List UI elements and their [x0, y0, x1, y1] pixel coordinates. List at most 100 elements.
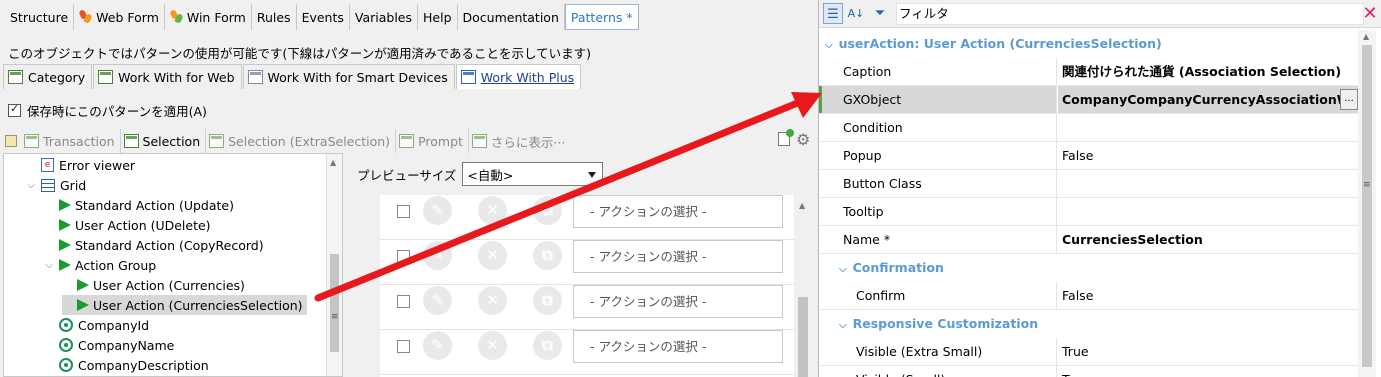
properties-toolbar-icon[interactable] — [3, 133, 21, 149]
tab-category[interactable]: Category — [3, 64, 93, 89]
action-select[interactable]: - アクションの選択 - — [573, 195, 783, 228]
property-row[interactable]: GXObject CompanyCompanyCurrencyAssociatio… — [819, 86, 1358, 114]
property-row[interactable]: Condition — [819, 114, 1358, 142]
row-select-checkbox[interactable] — [397, 250, 410, 263]
edit-icon[interactable]: ✎ — [423, 331, 452, 360]
sort-alpha-icon[interactable]: A↓ — [846, 3, 866, 24]
edit-icon[interactable]: ✎ — [423, 286, 452, 315]
property-value[interactable]: True — [1058, 338, 1358, 365]
filter-input[interactable] — [896, 3, 1364, 25]
property-row[interactable]: Popup False — [819, 142, 1358, 170]
tree-node[interactable]: User Action (Currencies) — [62, 275, 245, 295]
delete-icon[interactable]: ✕ — [478, 196, 507, 225]
property-value[interactable] — [1058, 114, 1358, 141]
delete-icon[interactable]: ✕ — [478, 331, 507, 360]
category-responsive[interactable]: ⌵ Responsive Customization — [819, 310, 1358, 338]
add-instance-icon[interactable] — [778, 129, 794, 146]
tab-prompt[interactable]: Prompt — [396, 129, 469, 153]
preview-grid: ✎ ✕ ⧉ - アクションの選択 - ✎ ✕ ⧉ - アクションの選択 - ✎ ✕ ⧉ - アクション… — [380, 195, 794, 377]
preview-scroll-thumb[interactable] — [798, 297, 808, 377]
delete-icon[interactable]: ✕ — [478, 241, 507, 270]
property-value[interactable]: False — [1058, 142, 1358, 169]
tree-node[interactable]: ⌵ Grid — [26, 175, 86, 195]
action-select[interactable]: - アクションの選択 - — [573, 285, 783, 318]
property-value[interactable]: True — [1058, 366, 1358, 377]
tab-structure[interactable]: Structure — [5, 4, 75, 30]
collapse-chevron-icon[interactable]: ⌵ — [839, 256, 847, 284]
expand-toggle-icon[interactable]: ⌵ — [26, 180, 36, 191]
tab-variables[interactable]: Variables — [350, 4, 419, 30]
action-select[interactable]: - アクションの選択 - — [573, 330, 783, 363]
scroll-up-arrow[interactable]: ▲ — [330, 158, 336, 167]
tree-node[interactable]: e Error viewer — [26, 155, 135, 175]
tab-work-with-plus[interactable]: Work With Plus — [455, 64, 582, 89]
property-value[interactable]: CurrenciesSelection — [1058, 226, 1358, 253]
tab-patterns[interactable]: Patterns * — [564, 4, 639, 30]
collapse-chevron-icon[interactable]: ⌵ — [825, 32, 833, 60]
copy-icon[interactable]: ⧉ — [533, 241, 562, 270]
scroll-up-arrow[interactable]: ▲ — [799, 201, 805, 210]
preview-size-dropdown[interactable]: <自動> — [462, 162, 604, 186]
action-select[interactable]: - アクションの選択 - — [573, 240, 783, 273]
property-row[interactable]: Confirm False — [819, 282, 1358, 310]
tree-node[interactable]: ⌵ Action Group — [44, 255, 156, 275]
tab-work-with-smart-devices[interactable]: Work With for Smart Devices — [242, 64, 455, 89]
tab-transaction[interactable]: Transaction — [21, 129, 121, 153]
tree-scrollbar[interactable]: ▲ ≡ — [326, 154, 342, 376]
property-row[interactable]: Visible (Extra Small) True — [819, 338, 1358, 366]
tab-selection[interactable]: Selection — [120, 129, 207, 153]
property-row[interactable]: Caption 関連付けられた通貨 (Association Selection) — [819, 58, 1358, 86]
properties-scrollbar[interactable]: ▲ ≡ — [1358, 30, 1376, 377]
copy-icon[interactable]: ⧉ — [533, 331, 562, 360]
row-select-checkbox[interactable] — [397, 295, 410, 308]
tab-more[interactable]: さらに表示··· — [469, 129, 570, 153]
property-value[interactable]: False — [1058, 282, 1358, 309]
property-value[interactable] — [1058, 198, 1358, 225]
tree-node[interactable]: User Action (UDelete) — [44, 215, 211, 235]
property-value[interactable]: 関連付けられた通貨 (Association Selection) — [1058, 58, 1358, 85]
filter-icon[interactable]: ⏷ — [870, 3, 890, 24]
tree-node[interactable]: CompanyId — [44, 315, 149, 335]
tab-work-with-for-web[interactable]: Work With for Web — [93, 64, 242, 89]
tree-node[interactable]: CompanyDescription — [44, 355, 209, 375]
edit-icon[interactable]: ✎ — [423, 241, 452, 270]
property-row[interactable]: Visible (Small)True — [819, 366, 1358, 377]
copy-icon[interactable]: ⧉ — [533, 286, 562, 315]
close-icon[interactable]: ✕ — [1360, 3, 1380, 24]
gear-icon[interactable]: ⚙ — [796, 132, 812, 148]
apply-on-save-option[interactable]: 保存時にこのパターンを適用(A) — [8, 101, 207, 120]
tab-help[interactable]: Help — [418, 4, 458, 30]
property-row[interactable]: Tooltip — [819, 198, 1358, 226]
tab-events[interactable]: Events — [297, 4, 350, 30]
property-value[interactable] — [1058, 170, 1358, 197]
tree-node-label: Standard Action (Update) — [75, 197, 234, 213]
tree-node[interactable]: CompanyName — [44, 335, 174, 355]
property-row[interactable]: Button Class — [819, 170, 1358, 198]
preview-scrollbar[interactable]: ▲ — [794, 195, 812, 377]
apply-on-save-checkbox[interactable] — [8, 102, 21, 117]
edit-icon[interactable]: ✎ — [423, 196, 452, 225]
browse-button[interactable]: ... — [1340, 89, 1358, 110]
properties-scroll-thumb[interactable] — [1362, 45, 1372, 367]
expand-toggle-icon[interactable]: ⌵ — [44, 260, 54, 271]
copy-icon[interactable]: ⧉ — [533, 196, 562, 225]
tree-node[interactable]: User Action (CurrenciesSelection) — [62, 295, 307, 315]
tab-selection-extra[interactable]: Selection (ExtraSelection) — [206, 129, 397, 153]
category-user-action[interactable]: ⌵ userAction: User Action (CurrenciesSele… — [819, 30, 1358, 58]
row-select-checkbox[interactable] — [397, 340, 410, 353]
property-value[interactable]: CompanyCompanyCurrencyAssociationWW — [1058, 86, 1358, 113]
tree-node[interactable]: Standard Action (CopyRecord) — [44, 235, 264, 255]
delete-icon[interactable]: ✕ — [478, 286, 507, 315]
tab-rules[interactable]: Rules — [252, 4, 297, 30]
categorized-view-icon[interactable]: ☰ — [823, 3, 843, 24]
tab-documentation[interactable]: Documentation — [458, 4, 565, 30]
collapse-chevron-icon[interactable]: ⌵ — [839, 312, 847, 340]
tree-node[interactable]: Standard Action (Update) — [44, 195, 234, 215]
tree-scroll-thumb[interactable] — [330, 254, 339, 352]
category-confirmation[interactable]: ⌵ Confirmation — [819, 254, 1358, 282]
property-row[interactable]: Name * CurrenciesSelection — [819, 226, 1358, 254]
tab-win-form[interactable]: Win Form — [165, 4, 252, 30]
scroll-up-arrow[interactable]: ▲ — [1363, 32, 1369, 41]
row-select-checkbox[interactable] — [397, 205, 410, 218]
tab-web-form[interactable]: Web Form — [74, 4, 165, 30]
